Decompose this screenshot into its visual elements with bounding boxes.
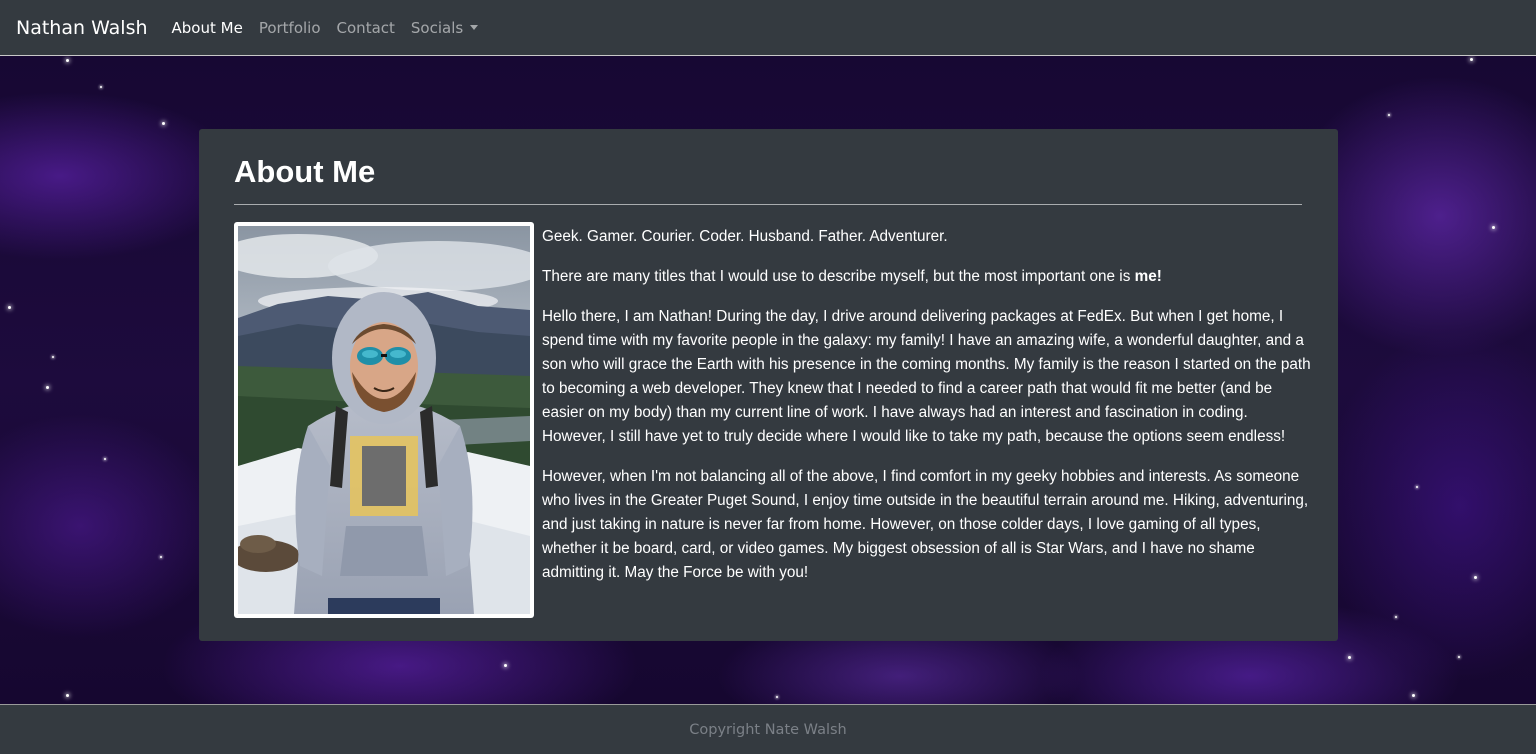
star-decoration <box>1470 58 1473 61</box>
star-decoration <box>1492 226 1495 229</box>
about-card: About Me Geek. Gamer. Courier. Coder. Hu… <box>199 129 1338 641</box>
star-decoration <box>1348 656 1351 659</box>
footer-copyright: Copyright Nate Walsh <box>689 721 847 738</box>
star-decoration <box>1412 694 1415 697</box>
footer: Copyright Nate Walsh <box>0 704 1536 754</box>
bio-titles: There are many titles that I would use t… <box>542 265 1312 289</box>
nav-link-contact[interactable]: Contact <box>337 19 395 37</box>
star-decoration <box>66 694 69 697</box>
bio-titles-intro: There are many titles that I would use t… <box>542 268 1135 285</box>
star-decoration <box>100 86 102 88</box>
caret-down-icon <box>470 25 479 30</box>
page-title: About Me <box>234 154 376 189</box>
nav-link-about-me[interactable]: About Me <box>172 19 243 37</box>
profile-photo <box>234 222 534 618</box>
star-decoration <box>1474 576 1477 579</box>
star-decoration <box>66 59 69 62</box>
navbar-brand[interactable]: Nathan Walsh <box>16 17 148 39</box>
star-decoration <box>1395 616 1397 618</box>
navbar: Nathan Walsh About Me Portfolio Contact … <box>0 0 1536 56</box>
title-divider <box>234 204 1302 205</box>
nav-link-portfolio[interactable]: Portfolio <box>259 19 321 37</box>
star-decoration <box>1388 114 1390 116</box>
star-decoration <box>1458 656 1460 658</box>
space-background: About Me Geek. Gamer. Courier. Coder. Hu… <box>0 56 1536 704</box>
star-decoration <box>162 122 165 125</box>
star-decoration <box>776 696 778 698</box>
bio-tagline: Geek. Gamer. Courier. Coder. Husband. Fa… <box>542 228 948 245</box>
profile-photo-image <box>238 226 530 614</box>
star-decoration <box>504 664 507 667</box>
star-decoration <box>160 556 162 558</box>
star-decoration <box>46 386 49 389</box>
star-decoration <box>8 306 11 309</box>
about-bio: Geek. Gamer. Courier. Coder. Husband. Fa… <box>542 225 1312 601</box>
bio-paragraph-2: However, when I'm not balancing all of t… <box>542 468 1309 581</box>
bio-paragraph-1: Hello there, I am Nathan! During the day… <box>542 308 1311 445</box>
star-decoration <box>52 356 54 358</box>
nav-dropdown-socials-label: Socials <box>410 18 464 37</box>
nav-dropdown-socials[interactable]: Socials <box>410 18 479 37</box>
bio-titles-emphasis: me! <box>1134 268 1162 285</box>
star-decoration <box>1416 486 1418 488</box>
star-decoration <box>104 458 106 460</box>
